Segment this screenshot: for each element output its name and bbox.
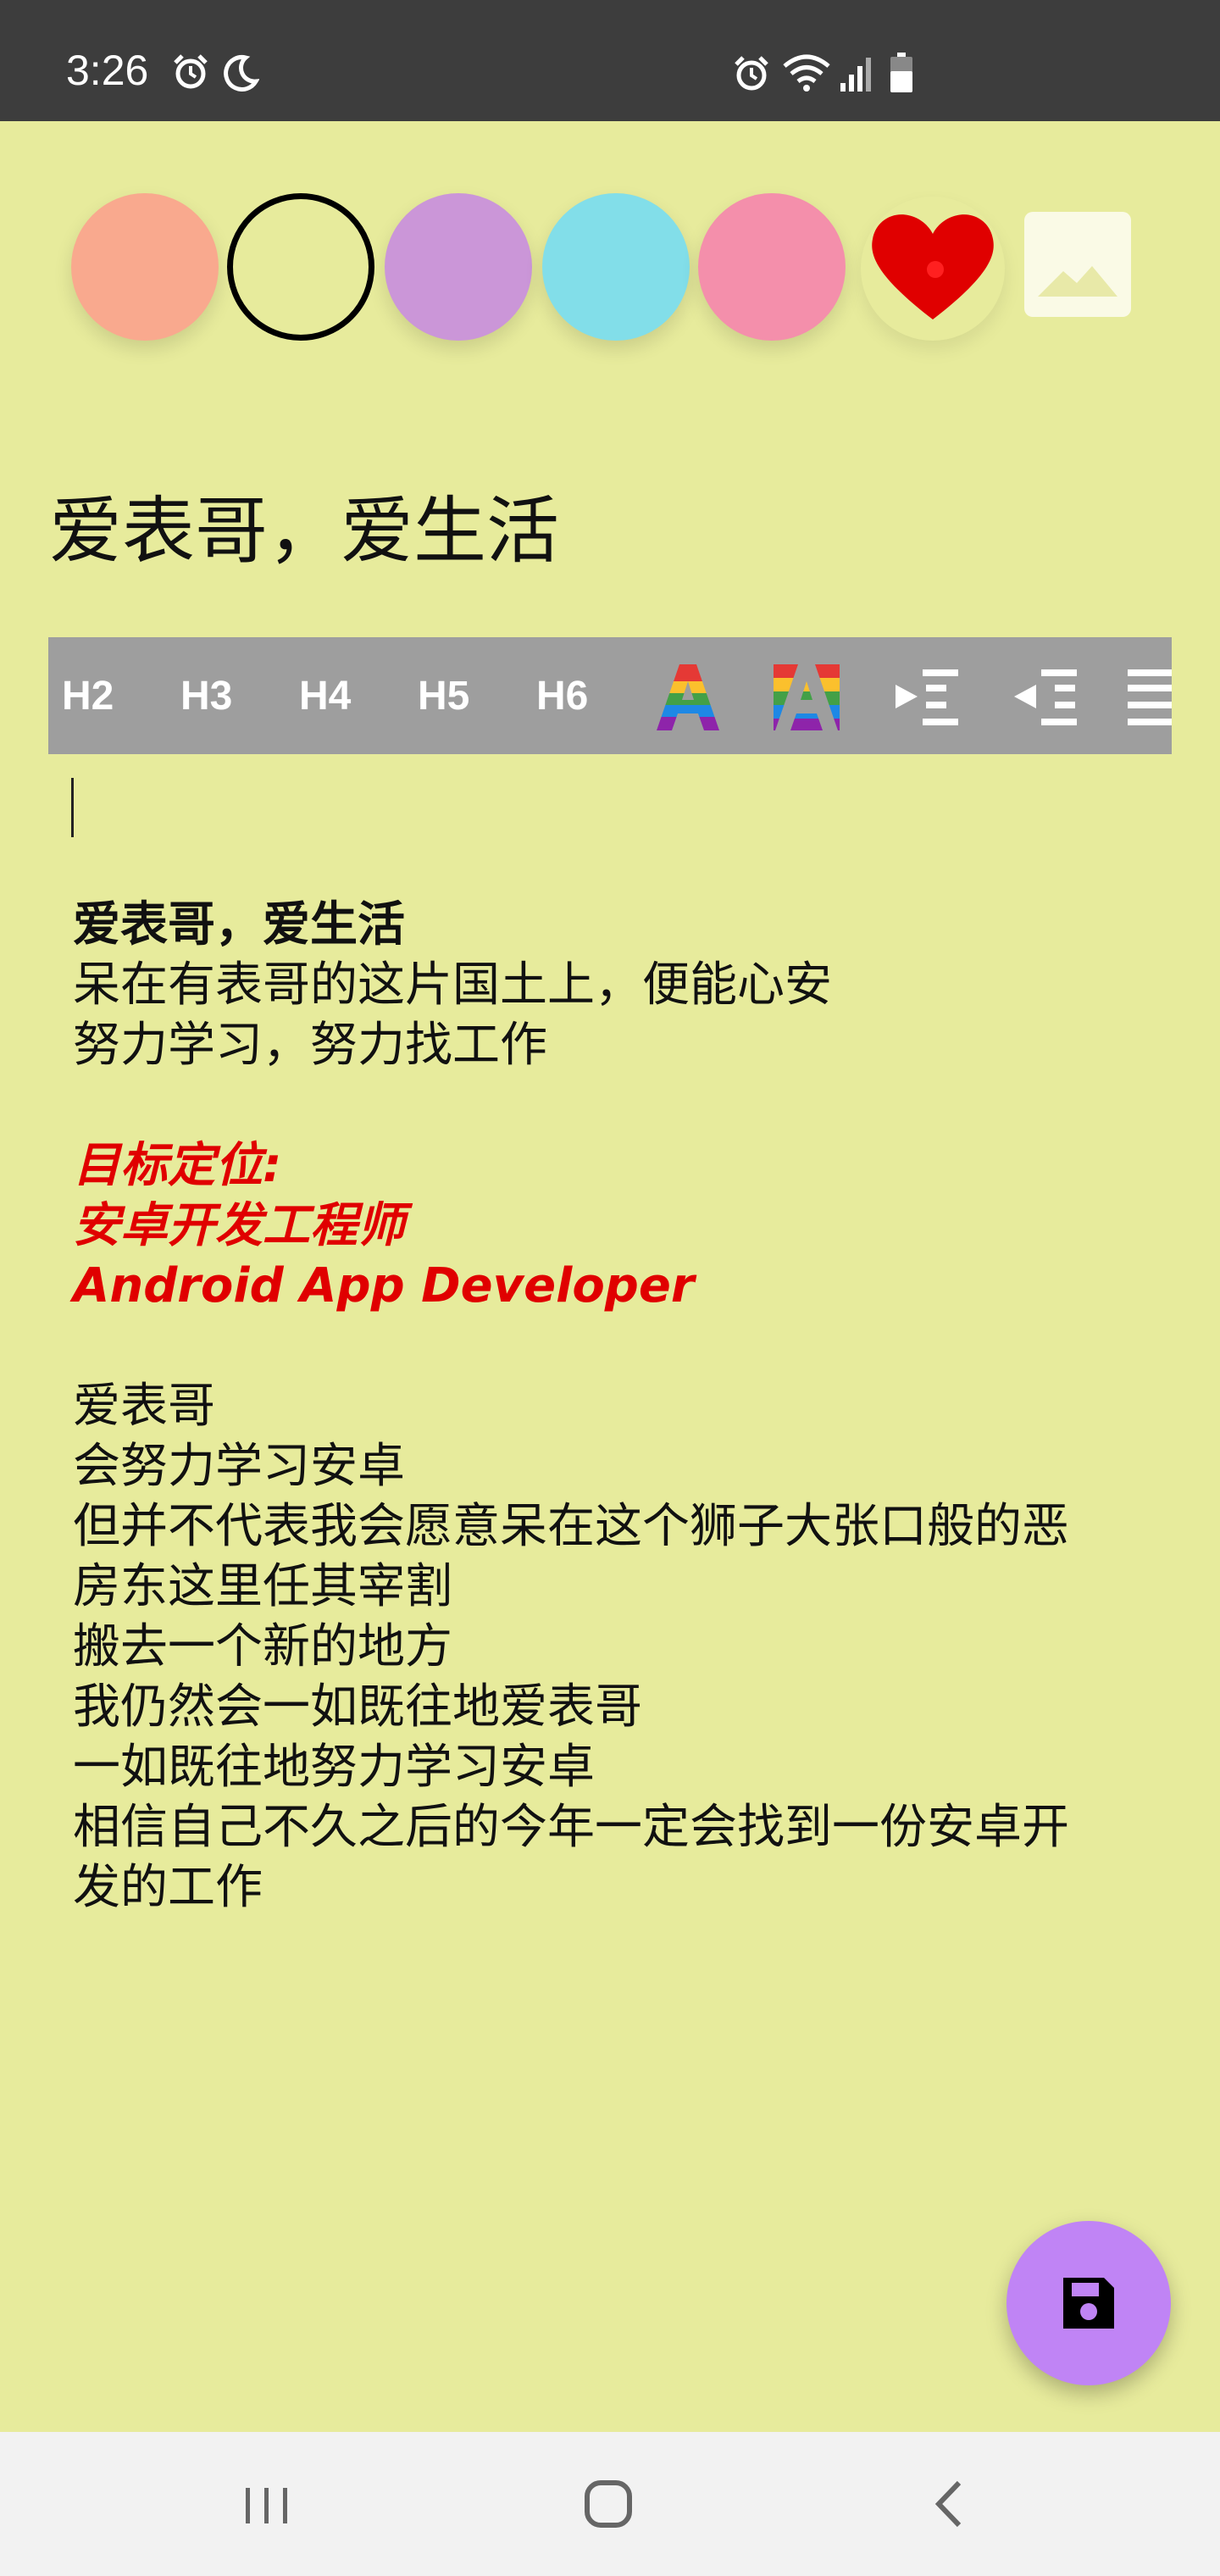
color-swatch-cyan[interactable]	[542, 193, 690, 341]
editor-line: 一如既往地努力学习安卓	[73, 1740, 595, 1795]
alarm-icon	[735, 56, 768, 91]
signal-icon	[840, 58, 871, 92]
color-swatch-pink[interactable]	[698, 193, 846, 341]
outdent-icon[interactable]	[1007, 661, 1084, 734]
editor-line: 目标定位:	[73, 1138, 282, 1193]
editor-line: 爱表哥	[73, 1379, 215, 1434]
editor-line: Android App Developer	[73, 1258, 695, 1313]
align-icon[interactable]	[1126, 661, 1172, 734]
heading-h4-button[interactable]: H4	[299, 673, 351, 719]
editor-line: 房东这里任其宰割	[73, 1559, 452, 1614]
editor-line: 安卓开发工程师	[73, 1198, 405, 1253]
insert-image-button[interactable]	[1024, 212, 1131, 317]
alarm-icon	[174, 54, 208, 89]
background-color-icon[interactable]	[770, 661, 843, 734]
editor-line: 搬去一个新的地方	[73, 1619, 452, 1674]
indent-icon[interactable]	[889, 661, 965, 734]
recents-icon[interactable]	[237, 2466, 297, 2542]
text-cursor	[71, 778, 74, 837]
note-title-input[interactable]: 爱表哥，爱生活	[49, 471, 559, 577]
status-bar: 3:26	[0, 0, 1220, 121]
back-icon[interactable]	[923, 2466, 974, 2542]
wifi-icon	[783, 54, 830, 92]
rich-text-editor[interactable]: 爱表哥，爱生活呆在有表哥的这片国土上，便能心安 努力学习，努力找工作 目标定位: 安卓…	[73, 895, 1157, 1918]
editor-line: 会努力学习安卓	[73, 1439, 405, 1494]
image-icon	[1038, 266, 1117, 297]
favorite-button[interactable]	[861, 197, 1005, 341]
save-icon	[1063, 2278, 1114, 2329]
color-swatch-light-yellow[interactable]	[227, 193, 374, 341]
moon-icon	[224, 55, 259, 92]
color-swatch-purple[interactable]	[385, 193, 532, 341]
editor-line: 我仍然会一如既往地爱表哥	[73, 1679, 642, 1735]
color-swatch-salmon[interactable]	[71, 193, 219, 341]
navigation-bar	[0, 2432, 1220, 2576]
battery-icon	[890, 53, 912, 92]
heart-icon	[872, 214, 994, 319]
heading-h3-button[interactable]: H3	[180, 673, 232, 719]
editor-line: 相信自己不久之后的今年一定会找到一份安卓开	[73, 1800, 1069, 1855]
heading-h6-button[interactable]: H6	[536, 673, 588, 719]
home-icon[interactable]	[576, 2466, 644, 2542]
editor-line: 努力学习，努力找工作	[73, 1018, 547, 1073]
status-time: 3:26	[66, 47, 149, 94]
save-button[interactable]	[1006, 2221, 1171, 2385]
heading-h5-button[interactable]: H5	[418, 673, 469, 719]
editor-line: 呆在有表哥的这片国土上，便能心安	[73, 958, 832, 1013]
editor-line: 发的工作	[73, 1860, 263, 1915]
format-toolbar: H2 H3 H4 H5 H6	[48, 637, 1172, 754]
editor-line: 爱表哥，爱生活	[73, 897, 405, 952]
text-color-icon[interactable]	[652, 661, 724, 734]
editor-line: 但并不代表我会愿意呆在这个狮子大张口般的恶	[73, 1499, 1069, 1554]
heading-h2-button[interactable]: H2	[62, 673, 114, 719]
